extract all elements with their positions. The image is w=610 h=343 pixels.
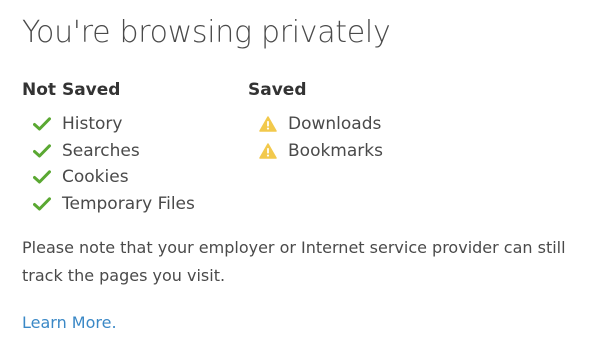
not-saved-list: History Searches Cookies Temporary Files — [22, 111, 242, 217]
saved-heading: Saved — [248, 80, 307, 100]
list-item: Searches — [22, 138, 242, 165]
list-item-label: History — [62, 114, 123, 134]
list-item-label: Cookies — [62, 167, 129, 187]
list-item-label: Temporary Files — [62, 193, 195, 214]
check-icon — [32, 167, 52, 187]
check-icon — [32, 194, 52, 214]
not-saved-heading: Not Saved — [22, 80, 121, 100]
saved-section: Saved Downloads Bookmarks — [248, 78, 488, 164]
list-item: Bookmarks — [248, 138, 488, 165]
list-item: Temporary Files — [22, 191, 242, 218]
saved-list: Downloads Bookmarks — [248, 111, 488, 164]
page-title: You're browsing privately — [22, 15, 391, 50]
not-saved-section: Not Saved History Searches Cookies Tempo… — [22, 78, 242, 217]
check-icon — [32, 141, 52, 161]
warning-icon — [258, 141, 278, 161]
list-item-label: Bookmarks — [288, 140, 383, 161]
check-icon — [32, 114, 52, 134]
list-item-label: Downloads — [288, 114, 382, 134]
privacy-note: Please note that your employer or Intern… — [22, 238, 566, 285]
warning-icon — [258, 114, 278, 134]
learn-more-link[interactable]: Learn More. — [22, 309, 117, 337]
list-item: History — [22, 111, 242, 138]
list-item: Downloads — [248, 111, 488, 138]
list-item: Cookies — [22, 164, 242, 191]
list-item-label: Searches — [62, 140, 140, 161]
